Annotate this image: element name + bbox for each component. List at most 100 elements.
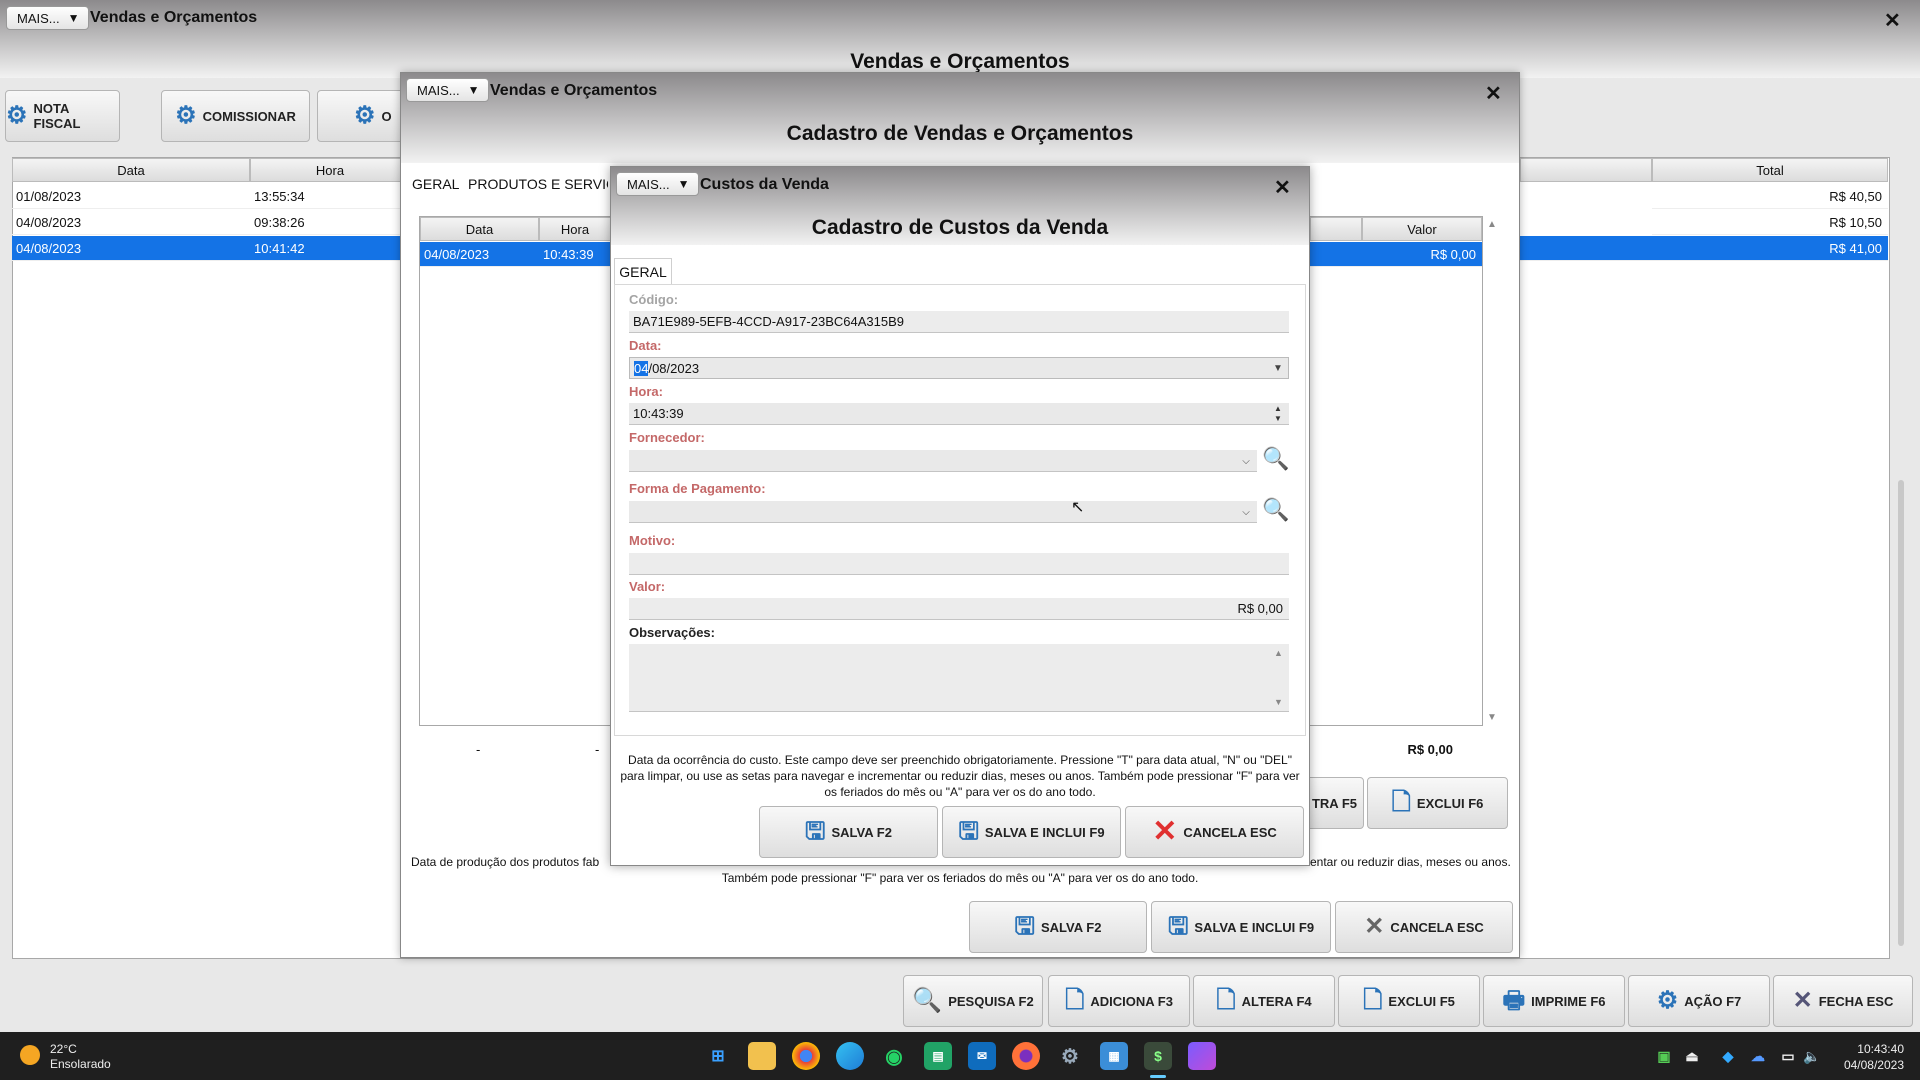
chevron-down-icon: ▼ bbox=[677, 177, 690, 191]
firefox-icon[interactable] bbox=[1012, 1042, 1040, 1070]
valor-field[interactable]: R$ 0,00 bbox=[629, 598, 1289, 620]
sale-col-hora[interactable]: Hora bbox=[539, 217, 611, 241]
hora-stepper-icon[interactable]: ▲ ▼ bbox=[1274, 404, 1282, 424]
whatsapp-icon[interactable]: ◉ bbox=[880, 1042, 908, 1070]
sale-row-valor[interactable]: R$ 0,00 bbox=[1362, 242, 1482, 267]
col-total[interactable]: Total bbox=[1652, 158, 1888, 182]
fornecedor-search-icon[interactable]: 🔍 bbox=[1262, 446, 1289, 472]
table-row-total[interactable]: R$ 10,50 bbox=[1652, 210, 1888, 235]
motivo-field[interactable] bbox=[629, 553, 1289, 575]
adiciona-button[interactable]: 🗋 ADICIONA F3 bbox=[1048, 975, 1190, 1027]
col-data[interactable]: Data bbox=[12, 158, 250, 182]
comissionar-button[interactable]: ⚙ COMISSIONAR bbox=[161, 90, 310, 142]
obs-scroll-up-icon[interactable]: ▲ bbox=[1274, 648, 1283, 658]
media-app-icon[interactable] bbox=[1188, 1042, 1216, 1070]
sale-more-button[interactable]: MAIS... ▼ bbox=[406, 78, 489, 102]
forma-pagamento-search-icon[interactable]: 🔍 bbox=[1262, 497, 1289, 523]
weather-sun-icon[interactable] bbox=[20, 1045, 40, 1065]
usb-icon[interactable]: ⏏ bbox=[1678, 1042, 1706, 1070]
gear-icon: ⚙ bbox=[175, 102, 197, 129]
defender-icon[interactable]: ◆ bbox=[1714, 1042, 1742, 1070]
sale-footer-dash: - bbox=[595, 742, 600, 757]
cost-cancela-button[interactable]: ✕ CANCELA ESC bbox=[1125, 806, 1304, 858]
clock-time[interactable]: 10:43:40 bbox=[1840, 1042, 1904, 1056]
cost-page-title: Cadastro de Custos da Venda bbox=[811, 216, 1109, 239]
nota-fiscal-button[interactable]: ⚙ NOTA FISCAL bbox=[5, 90, 120, 142]
table-row-time[interactable]: 10:41:42 bbox=[250, 236, 402, 261]
active-app-indicator bbox=[1150, 1075, 1166, 1078]
printer-icon: 🖶 bbox=[1502, 987, 1526, 1014]
data-field-rest: /08/2023 bbox=[648, 360, 700, 376]
mail-icon[interactable]: ✉ bbox=[968, 1042, 996, 1070]
table-row-time[interactable]: 13:55:34 bbox=[250, 184, 400, 209]
forma-pagamento-select[interactable] bbox=[629, 501, 1257, 523]
active-app-icon[interactable]: $ bbox=[1144, 1042, 1172, 1070]
chevron-down-icon: ▼ bbox=[67, 11, 80, 25]
data-field[interactable]: 04/08/2023 bbox=[629, 357, 1289, 379]
main-more-button[interactable]: MAIS... ▼ bbox=[6, 6, 89, 30]
cost-salva-inclui-button[interactable]: 🖫 SALVA E INCLUI F9 bbox=[942, 806, 1121, 858]
sale-col-data[interactable]: Data bbox=[420, 217, 539, 241]
sale-col-valor[interactable]: Valor bbox=[1362, 217, 1482, 241]
fornecedor-chevron-icon[interactable]: ⌵ bbox=[1238, 451, 1254, 471]
codigo-field: BA71E989-5EFB-4CCD-A917-23BC64A315B9 bbox=[629, 311, 1289, 333]
sale-scroll-down-icon[interactable]: ▼ bbox=[1487, 712, 1497, 723]
tab-produtos-servicos[interactable]: PRODUTOS E SERVIÇOS bbox=[468, 176, 608, 192]
data-dropdown-icon[interactable]: ▼ bbox=[1270, 358, 1286, 378]
pesquisa-button[interactable]: 🔍 PESQUISA F2 bbox=[903, 975, 1043, 1027]
sale-row-fill[interactable] bbox=[1310, 242, 1362, 267]
file-explorer-icon[interactable] bbox=[748, 1042, 776, 1070]
col-hora[interactable]: Hora bbox=[250, 158, 410, 182]
exclui-button[interactable]: 🗋 EXCLUI F5 bbox=[1338, 975, 1480, 1027]
spreadsheet-icon[interactable]: ▤ bbox=[924, 1042, 952, 1070]
table-row-date[interactable]: 04/08/2023 bbox=[12, 236, 250, 261]
table-row-total[interactable]: R$ 41,00 bbox=[1652, 236, 1888, 261]
sale-cancela-button[interactable]: ✕ CANCELA ESC bbox=[1335, 901, 1513, 953]
sale-salva-inclui-button[interactable]: 🖫 SALVA E INCLUI F9 bbox=[1151, 901, 1331, 953]
sale-row-time[interactable]: 10:43:39 bbox=[539, 242, 611, 267]
hora-label: Hora: bbox=[629, 384, 663, 399]
fornecedor-select[interactable] bbox=[629, 450, 1257, 472]
weather-desc[interactable]: Ensolarado bbox=[50, 1057, 111, 1071]
tray-app-icon[interactable]: ▣ bbox=[1650, 1042, 1678, 1070]
cost-salva-button[interactable]: 🖫 SALVA F2 bbox=[759, 806, 938, 858]
cost-more-button[interactable]: MAIS... ▼ bbox=[616, 172, 699, 196]
forma-pagamento-chevron-icon[interactable]: ⌵ bbox=[1238, 502, 1254, 522]
clock-date[interactable]: 04/08/2023 bbox=[1830, 1058, 1904, 1072]
observacoes-textarea[interactable] bbox=[629, 644, 1289, 712]
document-add-icon: 🗋 bbox=[1065, 987, 1085, 1014]
table-row-time[interactable]: 09:38:26 bbox=[250, 210, 400, 235]
sale-footer-dash: - bbox=[476, 742, 481, 757]
sale-scroll-up-icon[interactable]: ▲ bbox=[1487, 219, 1497, 230]
table-row-date[interactable]: 04/08/2023 bbox=[12, 210, 250, 235]
tab-geral[interactable]: GERAL bbox=[412, 176, 459, 192]
table-row-total[interactable]: R$ 40,50 bbox=[1652, 184, 1888, 209]
sale-salva-button[interactable]: 🖫 SALVA F2 bbox=[969, 901, 1147, 953]
table-row-date[interactable]: 01/08/2023 bbox=[12, 184, 250, 209]
cloud-icon[interactable]: ☁ bbox=[1744, 1042, 1772, 1070]
hora-field[interactable]: 10:43:39 bbox=[629, 403, 1289, 425]
cost-tab-geral[interactable]: GERAL bbox=[614, 258, 672, 284]
imprime-button[interactable]: 🖶 IMPRIME F6 bbox=[1483, 975, 1625, 1027]
edge-icon[interactable] bbox=[836, 1042, 864, 1070]
sale-close-icon[interactable]: ✕ bbox=[1485, 81, 1502, 106]
cost-close-icon[interactable]: ✕ bbox=[1274, 175, 1291, 200]
notepad-icon[interactable]: ▦ bbox=[1100, 1042, 1128, 1070]
fecha-button[interactable]: ✕ FECHA ESC bbox=[1773, 975, 1913, 1027]
volume-icon[interactable]: 🔈 bbox=[1798, 1042, 1826, 1070]
altera-button[interactable]: 🗋 ALTERA F4 bbox=[1193, 975, 1335, 1027]
close-icon: ✕ bbox=[1364, 913, 1385, 940]
weather-temp[interactable]: 22°C bbox=[50, 1042, 77, 1056]
windows-start-icon[interactable]: ⊞ bbox=[704, 1042, 732, 1070]
sale-row-date[interactable]: 04/08/2023 bbox=[420, 242, 539, 267]
main-close-icon[interactable]: ✕ bbox=[1884, 8, 1901, 33]
obs-scroll-down-icon[interactable]: ▼ bbox=[1274, 697, 1283, 707]
exclui-f6-button[interactable]: 🗋 EXCLUI F6 bbox=[1367, 777, 1508, 829]
main-scrollbar[interactable] bbox=[1898, 480, 1904, 946]
altera-f5-button[interactable]: TRA F5 bbox=[1304, 777, 1364, 829]
other-action-button[interactable]: ⚙ O bbox=[317, 90, 407, 142]
table-row-selected-fill[interactable] bbox=[1520, 236, 1652, 261]
chrome-icon[interactable] bbox=[792, 1042, 820, 1070]
settings-icon[interactable]: ⚙ bbox=[1056, 1042, 1084, 1070]
acao-button[interactable]: ⚙ AÇÃO F7 bbox=[1628, 975, 1770, 1027]
